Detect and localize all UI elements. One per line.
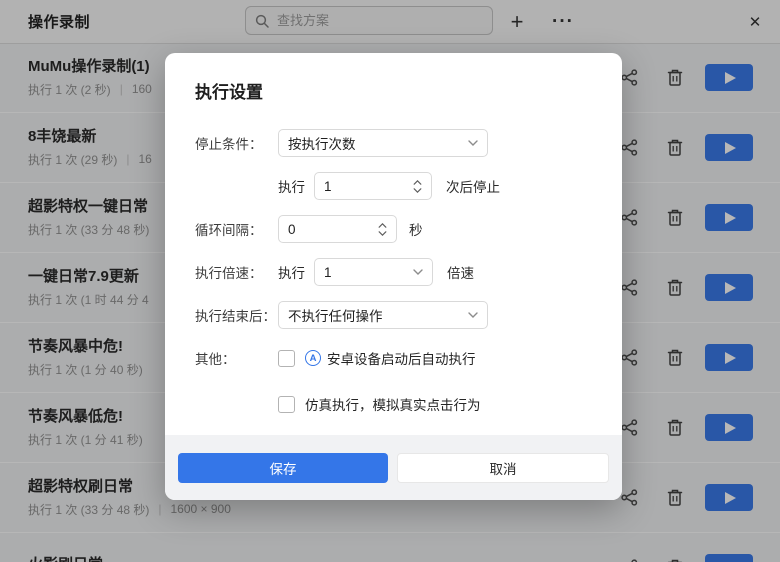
auto-start-row: 其他： A 安卓设备启动后自动执行	[195, 344, 592, 372]
chevron-down-icon	[413, 269, 423, 275]
android-icon: A	[305, 350, 321, 366]
stepper-control[interactable]	[378, 222, 387, 236]
dialog-footer: 保存 取消	[165, 435, 622, 500]
stepper-control[interactable]	[413, 179, 422, 193]
loop-interval-input[interactable]: 0	[278, 215, 397, 243]
loop-interval-label: 循环间隔：	[195, 223, 263, 238]
after-end-select[interactable]: 不执行任何操作	[278, 301, 488, 329]
simulate-row: 仿真执行，模拟真实点击行为	[195, 390, 592, 418]
run-count-row: 执行 1 次后停止	[195, 172, 592, 200]
chevron-down-icon	[468, 140, 478, 146]
loop-interval-unit: 秒	[409, 223, 423, 238]
save-button[interactable]: 保存	[178, 452, 388, 483]
others-label: 其他：	[195, 352, 236, 367]
after-end-row: 执行结束后： 不执行任何操作	[195, 301, 592, 329]
run-count-suffix: 次后停止	[446, 180, 500, 195]
chevron-down-icon	[413, 187, 422, 193]
chevron-down-icon	[468, 312, 478, 318]
auto-start-checkbox[interactable]	[278, 349, 295, 367]
speed-prefix: 执行	[278, 266, 305, 281]
stop-condition-label: 停止条件：	[195, 137, 263, 152]
chevron-up-icon	[378, 222, 387, 228]
auto-start-label: 安卓设备启动后自动执行	[327, 352, 476, 367]
execution-settings-dialog: 执行设置 停止条件： 按执行次数 执行 1 次后停止 循环间隔： 0 秒 执行倍…	[165, 53, 622, 500]
chevron-down-icon	[378, 230, 387, 236]
chevron-up-icon	[413, 179, 422, 185]
dialog-title: 执行设置	[195, 83, 263, 102]
app-window: 操作录制 + ··· ✕ MuMu操作录制(1) 执行 1 次 (2 秒) | …	[0, 0, 780, 562]
cancel-button[interactable]: 取消	[397, 452, 609, 483]
speed-label: 执行倍速：	[195, 266, 263, 281]
speed-row: 执行倍速： 执行 1 倍速	[195, 258, 592, 286]
speed-unit: 倍速	[447, 266, 474, 281]
run-count-input[interactable]: 1	[314, 172, 432, 200]
speed-select[interactable]: 1	[314, 258, 433, 286]
stop-condition-row: 停止条件： 按执行次数	[195, 129, 592, 157]
run-count-prefix: 执行	[278, 180, 305, 195]
after-end-label: 执行结束后：	[195, 309, 276, 324]
stop-condition-select[interactable]: 按执行次数	[278, 129, 488, 157]
simulate-label: 仿真执行，模拟真实点击行为	[305, 398, 481, 413]
loop-interval-row: 循环间隔： 0 秒	[195, 215, 592, 243]
simulate-checkbox[interactable]	[278, 395, 295, 413]
